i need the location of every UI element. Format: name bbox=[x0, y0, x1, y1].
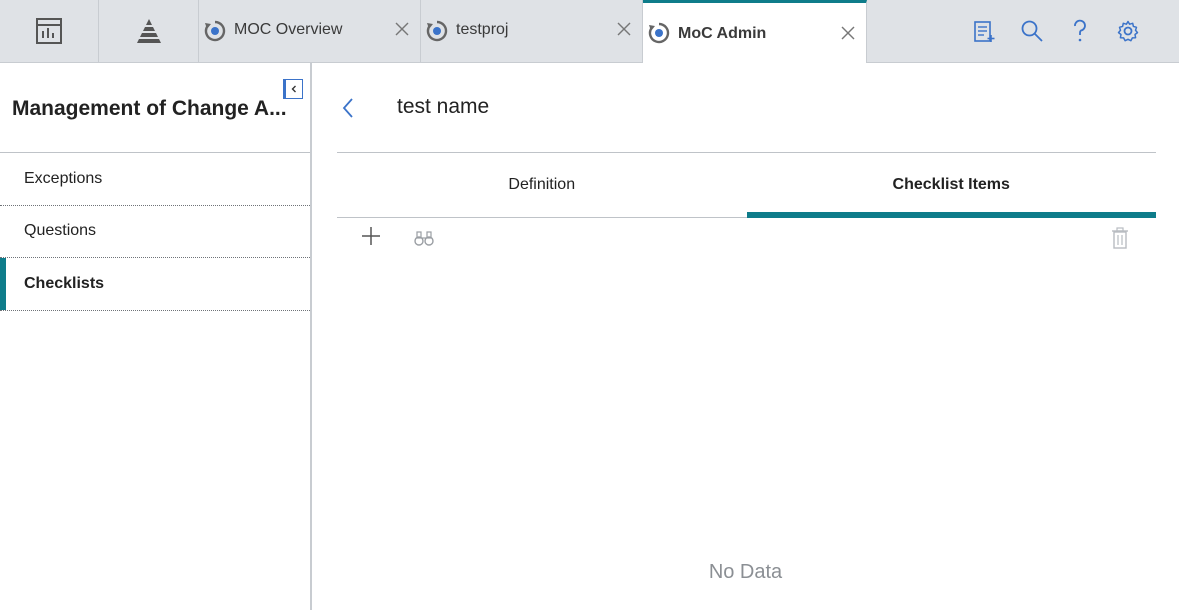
binoculars-icon[interactable] bbox=[414, 229, 434, 249]
clipboard-add-button[interactable] bbox=[972, 19, 996, 43]
sidebar-item-label: Checklists bbox=[24, 274, 105, 292]
record-tabs: Definition Checklist Items bbox=[337, 153, 1156, 218]
moc-refresh-icon bbox=[204, 20, 226, 42]
back-icon[interactable] bbox=[340, 96, 356, 120]
sidebar: Management of Change A... Exceptions Que… bbox=[0, 63, 312, 610]
close-icon[interactable] bbox=[392, 19, 412, 39]
search-button[interactable] bbox=[1020, 19, 1044, 43]
tab-checklist-items[interactable]: Checklist Items bbox=[746, 153, 1157, 218]
global-actions bbox=[972, 0, 1164, 62]
tab-label: Checklist Items bbox=[892, 176, 1010, 193]
record-title: test name bbox=[397, 95, 490, 118]
close-icon[interactable] bbox=[614, 19, 634, 39]
sidebar-item-checklists[interactable]: Checklists bbox=[0, 258, 310, 311]
main-content: test name Definition Checklist Items No … bbox=[312, 63, 1179, 610]
empty-state-text: No Data bbox=[708, 561, 783, 583]
tab-label: MOC Overview bbox=[234, 21, 343, 38]
sidebar-item-label: Questions bbox=[24, 222, 97, 240]
tab-definition[interactable]: Definition bbox=[337, 153, 747, 217]
clipboard-add-icon bbox=[974, 21, 995, 42]
close-icon[interactable] bbox=[838, 23, 858, 43]
search-icon bbox=[1021, 20, 1043, 42]
collapse-sidebar-button[interactable] bbox=[283, 79, 303, 99]
tab-label: Definition bbox=[508, 176, 576, 193]
pyramid-icon bbox=[136, 19, 161, 43]
tab-label: testproj bbox=[456, 21, 509, 38]
tab-label: MoC Admin bbox=[678, 25, 767, 42]
sidebar-title: Management of Change A... bbox=[12, 97, 287, 120]
moc-refresh-icon bbox=[648, 22, 670, 44]
moc-refresh-icon bbox=[426, 20, 448, 42]
dashboard-icon bbox=[36, 18, 62, 44]
sidebar-item-label: Exceptions bbox=[24, 169, 103, 187]
chevron-left-icon bbox=[291, 85, 296, 93]
pyramid-tab[interactable] bbox=[99, 0, 199, 62]
help-button[interactable] bbox=[1068, 19, 1092, 43]
top-tab-bar: MOC Overview testproj MoC Admin bbox=[0, 0, 1179, 63]
sidebar-nav: Exceptions Questions Checklists bbox=[0, 152, 310, 311]
gear-icon bbox=[1117, 20, 1139, 42]
sidebar-item-exceptions[interactable]: Exceptions bbox=[0, 153, 310, 206]
sidebar-item-questions[interactable]: Questions bbox=[0, 206, 310, 258]
tab-moc-overview[interactable]: MOC Overview bbox=[199, 0, 421, 62]
tab-testproj[interactable]: testproj bbox=[421, 0, 643, 62]
trash-icon[interactable] bbox=[1111, 227, 1129, 249]
tab-moc-admin[interactable]: MoC Admin bbox=[643, 0, 867, 63]
settings-button[interactable] bbox=[1116, 19, 1140, 43]
dashboard-tab[interactable] bbox=[0, 0, 99, 62]
plus-icon[interactable] bbox=[361, 226, 381, 246]
grid-toolbar bbox=[337, 223, 1156, 253]
help-icon bbox=[1074, 19, 1086, 42]
